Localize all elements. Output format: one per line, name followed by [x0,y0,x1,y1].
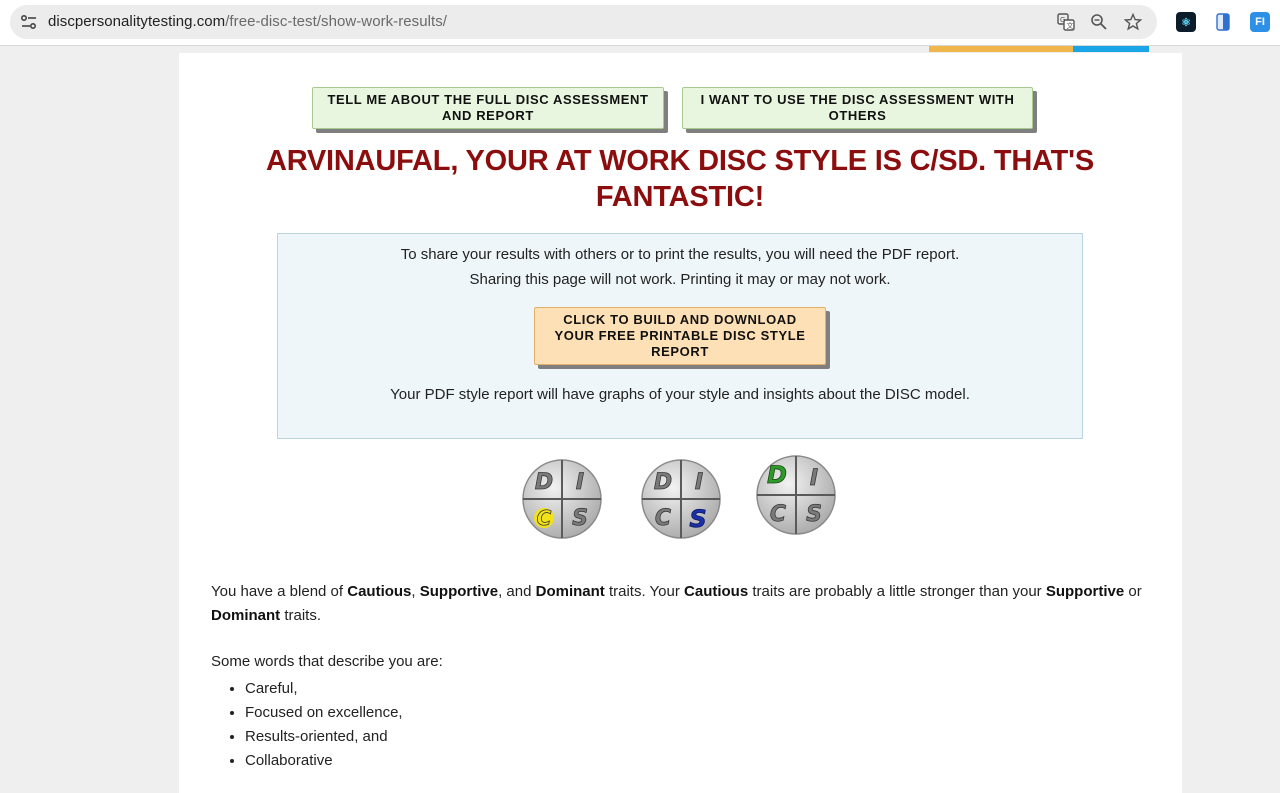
translate-icon[interactable]: G 文 [1056,12,1076,32]
zoom-icon[interactable] [1089,12,1109,32]
svg-text:S: S [806,502,822,527]
list-item: Focused on excellence, [245,701,403,725]
words-intro: Some words that describe you are: [211,653,443,670]
style-description: You have a blend of Cautious, Supportive… [211,580,1151,628]
header-accent-orange [929,46,1073,52]
trait-supportive: Supportive [1045,583,1125,600]
trait-dominant: Dominant [211,607,281,624]
svg-text:C: C [770,502,786,527]
words-list: Careful, Focused on excellence, Results-… [211,677,403,773]
notice-line-1: To share your results with others or to … [400,246,960,263]
svg-text:D: D [535,470,553,495]
url-text[interactable]: discpersonalitytesting.com/free-disc-tes… [48,13,447,30]
desc-text: traits. Your [604,583,685,600]
bookmark-star-icon[interactable] [1123,12,1143,32]
download-report-button[interactable]: CLICK TO BUILD AND DOWNLOAD YOUR FREE PR… [534,307,826,365]
disc-d-icon: D I C S [756,455,836,535]
address-bar[interactable]: discpersonalitytesting.com/free-disc-tes… [10,5,1157,39]
notice-line-2: Sharing this page will not work. Printin… [469,271,891,288]
url-path: /free-disc-test/show-work-results/ [225,13,447,30]
list-item: Collaborative [245,749,403,773]
trait-supportive: Supportive [419,583,499,600]
document-extension-icon[interactable] [1213,12,1233,32]
list-item: Results-oriented, and [245,725,403,749]
svg-text:S: S [689,505,706,533]
use-with-others-label: I WANT TO USE THE DISC ASSESSMENT WITH O… [700,92,1015,123]
content-card: TELL ME ABOUT THE FULL DISC ASSESSMENT A… [179,53,1182,793]
svg-text:I: I [576,470,584,495]
trait-dominant: Dominant [535,583,605,600]
desc-text: , [411,583,420,600]
browser-toolbar: discpersonalitytesting.com/free-disc-tes… [0,0,1280,46]
disc-style-icons: D I C S D I C S D I C S [179,455,1182,546]
trait-cautious: Cautious [684,583,749,600]
svg-text:C: C [655,506,671,531]
full-assessment-label: TELL ME ABOUT THE FULL DISC ASSESSMENT A… [327,92,649,123]
disc-c-icon: D I C S [522,459,602,539]
react-devtools-icon[interactable]: ⚛ [1176,12,1196,32]
notice-footer: Your PDF style report will have graphs o… [390,386,970,403]
tune-icon[interactable] [18,11,40,33]
list-item: Careful, [245,677,403,701]
svg-text:G: G [1060,16,1065,24]
desc-text: or [1124,583,1142,600]
download-report-label: CLICK TO BUILD AND DOWNLOAD YOUR FREE PR… [554,312,806,359]
svg-text:文: 文 [1067,21,1074,30]
full-assessment-button[interactable]: TELL ME ABOUT THE FULL DISC ASSESSMENT A… [312,87,664,129]
result-headline: ARVINAUFAL, YOUR AT WORK DISC STYLE IS C… [265,145,1095,213]
trait-cautious: Cautious [347,583,412,600]
svg-text:D: D [767,461,787,489]
svg-text:I: I [810,466,818,491]
desc-text: traits. [280,607,322,624]
desc-text: You have a blend of [211,583,348,600]
desc-text: , and [498,583,536,600]
disc-s-icon: D I C S [641,459,721,539]
header-accent-blue [1073,46,1149,52]
svg-text:C: C [537,506,552,530]
fi-extension-icon[interactable]: FI [1250,12,1270,32]
use-with-others-button[interactable]: I WANT TO USE THE DISC ASSESSMENT WITH O… [682,87,1033,129]
svg-text:S: S [572,506,588,531]
svg-text:D: D [654,470,672,495]
url-host: discpersonalitytesting.com [48,13,226,30]
pdf-notice-box: To share your results with others or to … [277,233,1083,439]
desc-text: traits are probably a little stronger th… [748,583,1046,600]
svg-text:I: I [695,470,703,495]
